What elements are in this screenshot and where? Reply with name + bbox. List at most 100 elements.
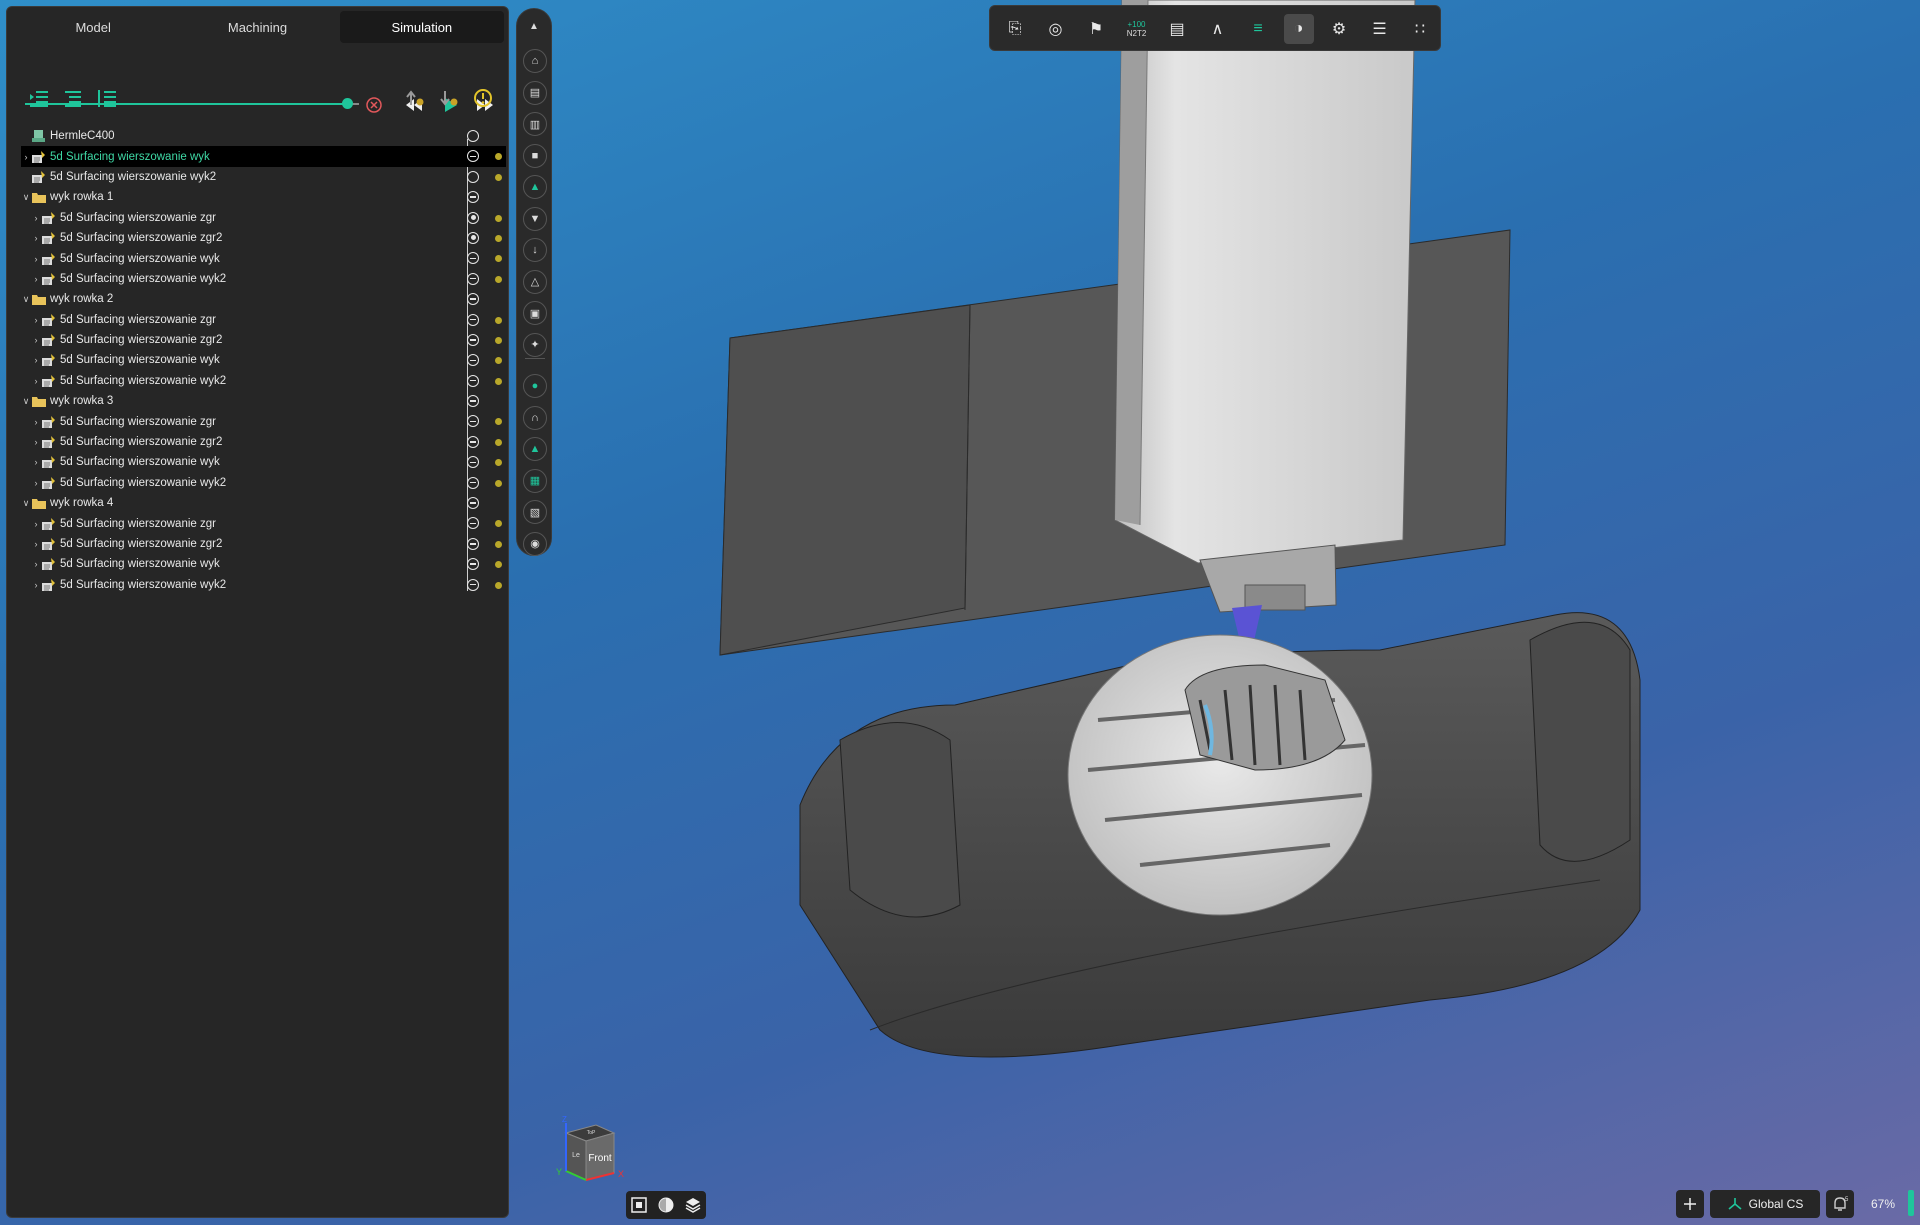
toolholder-icon[interactable]: ▲ <box>523 175 547 199</box>
add-button[interactable] <box>1676 1190 1704 1218</box>
chevron-right-icon[interactable]: › <box>31 335 41 345</box>
axis-icon[interactable]: ▣ <box>523 301 547 325</box>
tree-item[interactable]: › 5d Surfacing wierszowanie zgr2 <box>21 432 506 452</box>
tool-icon[interactable]: ▼ <box>523 206 547 231</box>
tree-item[interactable]: › 5d Surfacing wierszowanie zgr <box>21 208 506 228</box>
tree-folder[interactable]: ∨ wyk rowka 3 <box>21 391 506 411</box>
coordinate-system-selector[interactable]: Global CS <box>1710 1190 1820 1218</box>
sliders-icon[interactable]: ☰ <box>1365 14 1395 44</box>
progress-slider-handle[interactable] <box>342 98 353 109</box>
tree-item[interactable]: › 5d Surfacing wierszowanie wyk <box>21 146 506 167</box>
chevron-down-icon[interactable]: ∨ <box>21 294 31 305</box>
tab-model[interactable]: Model <box>11 11 175 43</box>
visibility-toggle[interactable] <box>467 415 479 428</box>
tool-measure-icon[interactable]: ⚑ <box>1081 14 1111 44</box>
point-icon[interactable]: ● <box>523 374 547 398</box>
chevron-right-icon[interactable]: › <box>31 233 41 243</box>
tree-item[interactable]: › 5d Surfacing wierszowanie wyk <box>21 452 506 472</box>
tree-item[interactable]: › 5d Surfacing wierszowanie zgr2 <box>21 330 506 350</box>
stock-icon[interactable]: ▤ <box>523 80 547 105</box>
tree-folder[interactable]: ∨ wyk rowka 2 <box>21 289 506 309</box>
grid-icon[interactable]: ∷ <box>1405 14 1435 44</box>
tree-item[interactable]: › 5d Surfacing wierszowanie zgr <box>21 411 506 431</box>
fixture-icon[interactable]: ▥ <box>523 112 547 136</box>
chevron-right-icon[interactable]: › <box>31 213 41 223</box>
layers-icon[interactable]: ≡ <box>1243 14 1273 44</box>
render-icon[interactable]: ◉ <box>523 531 547 556</box>
visibility-toggle[interactable] <box>467 231 479 244</box>
stop-icon[interactable] <box>363 94 385 116</box>
visibility-toggle[interactable] <box>467 272 479 285</box>
toolpath-icon[interactable]: ∩ <box>523 405 547 430</box>
material-removal-icon[interactable]: ✦ <box>523 332 547 357</box>
tree-item[interactable]: HermleC400 <box>21 126 506 146</box>
visibility-toggle[interactable] <box>467 517 479 530</box>
visibility-toggle[interactable] <box>467 211 479 224</box>
gcode-icon[interactable]: ⎘ <box>1000 14 1030 44</box>
tree-item[interactable]: › 5d Surfacing wierszowanie zgr <box>21 513 506 533</box>
chevron-right-icon[interactable]: › <box>31 274 41 284</box>
settings-icon[interactable]: ⚙ <box>1324 14 1354 44</box>
machine-view-icon[interactable]: ⌂ <box>523 49 547 73</box>
chevron-right-icon[interactable]: › <box>31 559 41 569</box>
section-icon[interactable]: ▧ <box>523 500 547 524</box>
visibility-toggle[interactable] <box>467 252 479 265</box>
tree-item[interactable]: › 5d Surfacing wierszowanie wyk2 <box>21 473 506 493</box>
tab-machining[interactable]: Machining <box>175 11 339 43</box>
visibility-toggle[interactable] <box>467 191 479 204</box>
display-mode-icon[interactable] <box>656 1195 676 1215</box>
visibility-toggle[interactable] <box>467 354 479 367</box>
drill-icon[interactable]: ↓ <box>523 238 547 262</box>
tree-folder[interactable]: ∨ wyk rowka 1 <box>21 187 506 207</box>
visibility-toggle[interactable] <box>467 293 479 306</box>
chevron-right-icon[interactable]: › <box>31 376 41 386</box>
tree-item[interactable]: › 5d Surfacing wierszowanie zgr <box>21 310 506 330</box>
tree-item[interactable]: › 5d Surfacing wierszowanie wyk2 <box>21 371 506 391</box>
chevron-down-icon[interactable]: ∨ <box>21 498 31 509</box>
tab-simulation[interactable]: Simulation <box>339 11 504 43</box>
part-icon[interactable]: ■ <box>523 143 547 168</box>
tree-item[interactable]: › 5d Surfacing wierszowanie wyk2 <box>21 269 506 289</box>
tree-item[interactable]: › 5d Surfacing wierszowanie zgr2 <box>21 228 506 248</box>
visibility-toggle[interactable] <box>467 333 479 346</box>
move-up-icon[interactable] <box>403 87 427 109</box>
graph-icon[interactable]: ∧ <box>1203 14 1233 44</box>
chevron-right-icon[interactable]: › <box>31 478 41 488</box>
visibility-toggle[interactable] <box>467 313 479 326</box>
visibility-toggle[interactable] <box>467 170 479 183</box>
visibility-toggle[interactable] <box>467 476 479 489</box>
split-view-icon[interactable]: ◑ <box>1283 14 1314 44</box>
chevron-right-icon[interactable]: › <box>31 355 41 365</box>
chevron-right-icon[interactable]: › <box>31 457 41 467</box>
nc-code-icon[interactable]: +100 N2T2 <box>1122 14 1152 44</box>
visibility-toggle[interactable] <box>467 558 479 571</box>
visibility-toggle[interactable] <box>467 578 479 591</box>
numbered-list-icon[interactable] <box>95 87 119 109</box>
fit-view-icon[interactable] <box>629 1195 649 1215</box>
collapse-all-icon[interactable] <box>27 87 51 109</box>
chevron-right-icon[interactable]: › <box>31 539 41 549</box>
chevron-right-icon[interactable]: › <box>31 254 41 264</box>
tree-item[interactable]: › 5d Surfacing wierszowanie wyk <box>21 350 506 370</box>
chevron-right-icon[interactable]: › <box>31 417 41 427</box>
visibility-toggle[interactable] <box>467 150 479 163</box>
chevron-right-icon[interactable]: › <box>31 580 41 590</box>
expand-all-icon[interactable] <box>61 87 85 109</box>
projection-icon[interactable] <box>683 1195 703 1215</box>
report-icon[interactable]: ▤ <box>1162 14 1192 44</box>
chevron-down-icon[interactable]: ∨ <box>21 396 31 407</box>
visibility-toggle[interactable] <box>467 130 479 142</box>
collapse-toolbar-icon[interactable]: ▲ <box>529 21 539 32</box>
tree-item[interactable]: › 5d Surfacing wierszowanie zgr2 <box>21 534 506 554</box>
tree-item[interactable]: › 5d Surfacing wierszowanie wyk <box>21 248 506 268</box>
shaded-icon[interactable]: ▦ <box>523 468 547 493</box>
visibility-toggle[interactable] <box>467 395 479 408</box>
tree-folder[interactable]: ∨ wyk rowka 4 <box>21 493 506 513</box>
tree-item[interactable]: › 5d Surfacing wierszowanie wyk2 <box>21 575 506 595</box>
notifications-button[interactable]: 5 <box>1826 1190 1854 1218</box>
chevron-right-icon[interactable]: › <box>31 315 41 325</box>
visibility-toggle[interactable] <box>467 456 479 469</box>
move-down-icon[interactable] <box>437 87 461 109</box>
warning-icon[interactable] <box>471 87 495 109</box>
inspection-icon[interactable]: ◎ <box>1041 14 1071 44</box>
